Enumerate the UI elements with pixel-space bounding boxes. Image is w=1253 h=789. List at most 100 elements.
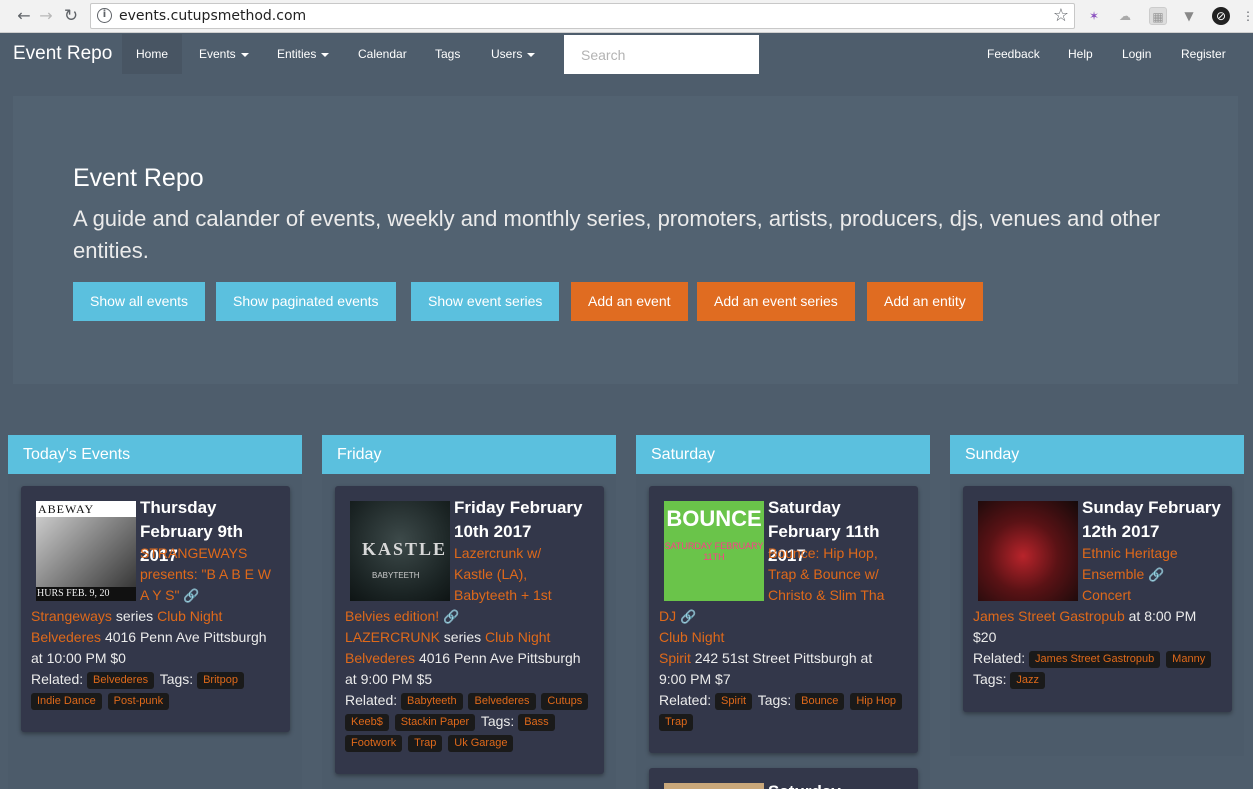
event-title-part[interactable]: Christo & Slim Tha bbox=[768, 587, 884, 603]
show-paginated-events-button[interactable]: Show paginated events bbox=[216, 282, 396, 321]
related-tag[interactable]: Stackin Paper bbox=[394, 713, 476, 731]
nav-users-label: Users bbox=[491, 47, 523, 61]
back-arrow-icon[interactable]: ← bbox=[14, 6, 34, 26]
event-title-part[interactable]: Lazercrunk w/ bbox=[454, 545, 541, 561]
related-tag[interactable]: Manny bbox=[1166, 650, 1212, 668]
event-flyer-image[interactable]: KASTLE BABYTEETH bbox=[350, 501, 450, 601]
flyer-text: BABYTEETH bbox=[372, 571, 420, 580]
related-tag[interactable]: Cutups bbox=[541, 692, 589, 710]
extension-cloud-icon[interactable]: ☁ bbox=[1116, 7, 1134, 25]
show-all-events-button[interactable]: Show all events bbox=[73, 282, 206, 321]
search-input[interactable] bbox=[564, 35, 759, 74]
nav-entities-dropdown[interactable]: Entities bbox=[263, 34, 343, 74]
event-title-part[interactable]: STRANGEWAYS bbox=[140, 545, 247, 561]
event-title-part[interactable]: Trap & Bounce w/ bbox=[768, 566, 879, 582]
event-type-link[interactable]: Club Night bbox=[659, 629, 724, 645]
event-title-part[interactable]: presents: "B A B E W bbox=[140, 566, 271, 582]
nav-help[interactable]: Help bbox=[1054, 34, 1107, 74]
nav-entities-label: Entities bbox=[277, 47, 317, 61]
add-entity-button[interactable]: Add an entity bbox=[867, 282, 983, 321]
related-tag[interactable]: Keeb$ bbox=[345, 713, 389, 731]
related-label: Related: bbox=[31, 671, 84, 687]
event-title-part[interactable]: Ensemble bbox=[1082, 566, 1144, 582]
related-tag[interactable]: Babyteeth bbox=[401, 692, 463, 710]
related-tag[interactable]: Belvederes bbox=[468, 692, 536, 710]
extension-compass-icon[interactable]: ⊘ bbox=[1212, 7, 1230, 25]
venue-link[interactable]: Belvederes bbox=[345, 650, 415, 666]
tag-pill[interactable]: Jazz bbox=[1010, 671, 1045, 689]
series-link[interactable]: LAZERCRUNK bbox=[345, 629, 440, 645]
related-label: Related: bbox=[345, 692, 398, 708]
link-icon[interactable]: 🔗 bbox=[1148, 567, 1164, 582]
extension-vue-icon[interactable]: ▼ bbox=[1180, 7, 1198, 25]
tags-label: Tags: bbox=[757, 692, 792, 708]
nav-calendar[interactable]: Calendar bbox=[344, 34, 421, 74]
address-bar[interactable]: i events.cutupsmethod.com ☆ bbox=[90, 3, 1075, 29]
event-title-link[interactable]: Lazercrunk w/ Kastle (LA), Babyteeth + 1… bbox=[454, 543, 602, 606]
extension-grid-icon[interactable]: ▦ bbox=[1149, 7, 1167, 25]
tag-pill[interactable]: Uk Garage bbox=[448, 734, 514, 752]
event-type-link[interactable]: Club Night bbox=[485, 629, 550, 645]
reload-icon[interactable]: ↻ bbox=[61, 6, 81, 26]
event-flyer-image[interactable] bbox=[664, 783, 764, 789]
nav-users-dropdown[interactable]: Users bbox=[477, 34, 549, 74]
link-icon[interactable]: 🔗 bbox=[680, 609, 696, 624]
event-title-part[interactable]: Kastle (LA), bbox=[454, 566, 527, 582]
address-bar-url[interactable]: events.cutupsmethod.com bbox=[119, 8, 306, 24]
tag-pill[interactable]: Bass bbox=[518, 713, 555, 731]
event-title-part[interactable]: Bounce: Hip Hop, bbox=[768, 545, 878, 561]
tag-pill[interactable]: Post-punk bbox=[107, 692, 170, 710]
venue-link[interactable]: Belvederes bbox=[31, 629, 101, 645]
todays-events-panel: Today's Events ABEWAY HURS FEB. 9, 20 Th… bbox=[8, 435, 302, 789]
related-and-tags: Related: Spirit Tags: Bounce Hip Hop Tra… bbox=[659, 690, 914, 732]
forward-arrow-icon[interactable]: → bbox=[36, 6, 56, 26]
browser-menu-icon[interactable]: ⋮ bbox=[1239, 7, 1253, 25]
add-event-series-button[interactable]: Add an event series bbox=[697, 282, 855, 321]
brand-link[interactable]: Event Repo bbox=[13, 43, 112, 65]
event-title-part[interactable]: Belvies edition! bbox=[345, 608, 439, 624]
bookmark-star-icon[interactable]: ☆ bbox=[1053, 5, 1069, 26]
event-date: Friday February 10th 2017 bbox=[454, 498, 583, 541]
event-title-part[interactable]: A Y S" bbox=[140, 587, 179, 603]
related-tag[interactable]: Belvederes bbox=[87, 671, 155, 689]
event-flyer-image[interactable] bbox=[978, 501, 1078, 601]
show-event-series-button[interactable]: Show event series bbox=[411, 282, 560, 321]
related-and-tags: Related: Belvederes Tags: Britpop Indie … bbox=[31, 669, 286, 711]
venue-link[interactable]: Spirit bbox=[659, 650, 691, 666]
event-title-link[interactable]: Ethnic Heritage Ensemble 🔗 Concert bbox=[1082, 543, 1230, 606]
tag-pill[interactable]: Footwork bbox=[345, 734, 403, 752]
tag-pill[interactable]: Trap bbox=[408, 734, 443, 752]
event-title-part[interactable]: DJ bbox=[659, 608, 676, 624]
nav-register[interactable]: Register bbox=[1167, 34, 1240, 74]
event-title-part[interactable]: Babyteeth + 1st bbox=[454, 587, 552, 603]
link-icon[interactable]: 🔗 bbox=[443, 609, 459, 624]
event-title-part[interactable]: Ethnic Heritage bbox=[1082, 545, 1178, 561]
tag-pill[interactable]: Trap bbox=[659, 713, 694, 731]
nav-tags[interactable]: Tags bbox=[421, 34, 474, 74]
related-tag[interactable]: Spirit bbox=[715, 692, 753, 710]
caret-down-icon bbox=[527, 52, 536, 57]
link-icon[interactable]: 🔗 bbox=[183, 588, 199, 603]
nav-login[interactable]: Login bbox=[1108, 34, 1165, 74]
event-flyer-image[interactable]: ABEWAY HURS FEB. 9, 20 bbox=[36, 501, 136, 601]
jumbotron-title: Event Repo bbox=[73, 164, 204, 192]
nav-events-dropdown[interactable]: Events bbox=[185, 34, 263, 74]
event-title-link[interactable]: Bounce: Hip Hop, Trap & Bounce w/ Christ… bbox=[768, 543, 916, 606]
series-link[interactable]: Strangeways bbox=[31, 608, 112, 624]
nav-feedback[interactable]: Feedback bbox=[973, 34, 1054, 74]
event-flyer-image[interactable]: BOUNCE SATURDAY FEBRUARY 11TH bbox=[664, 501, 764, 601]
venue-link[interactable]: James Street Gastropub bbox=[973, 608, 1125, 624]
nav-home[interactable]: Home bbox=[122, 34, 183, 74]
tags-label: Tags: bbox=[159, 671, 194, 687]
tag-pill[interactable]: Indie Dance bbox=[31, 692, 102, 710]
event-type-link[interactable]: Club Night bbox=[157, 608, 222, 624]
event-title-link[interactable]: STRANGEWAYS presents: "B A B E W A Y S" … bbox=[140, 543, 288, 606]
related-tag[interactable]: James Street Gastropub bbox=[1029, 650, 1161, 668]
tag-pill[interactable]: Bounce bbox=[795, 692, 845, 710]
event-type-link[interactable]: Concert bbox=[1082, 587, 1131, 603]
extension-feather-icon[interactable]: ✶ bbox=[1085, 7, 1103, 25]
site-info-icon[interactable]: i bbox=[97, 8, 112, 23]
add-event-button[interactable]: Add an event bbox=[571, 282, 688, 321]
tag-pill[interactable]: Hip Hop bbox=[850, 692, 903, 710]
tag-pill[interactable]: Britpop bbox=[197, 671, 244, 689]
